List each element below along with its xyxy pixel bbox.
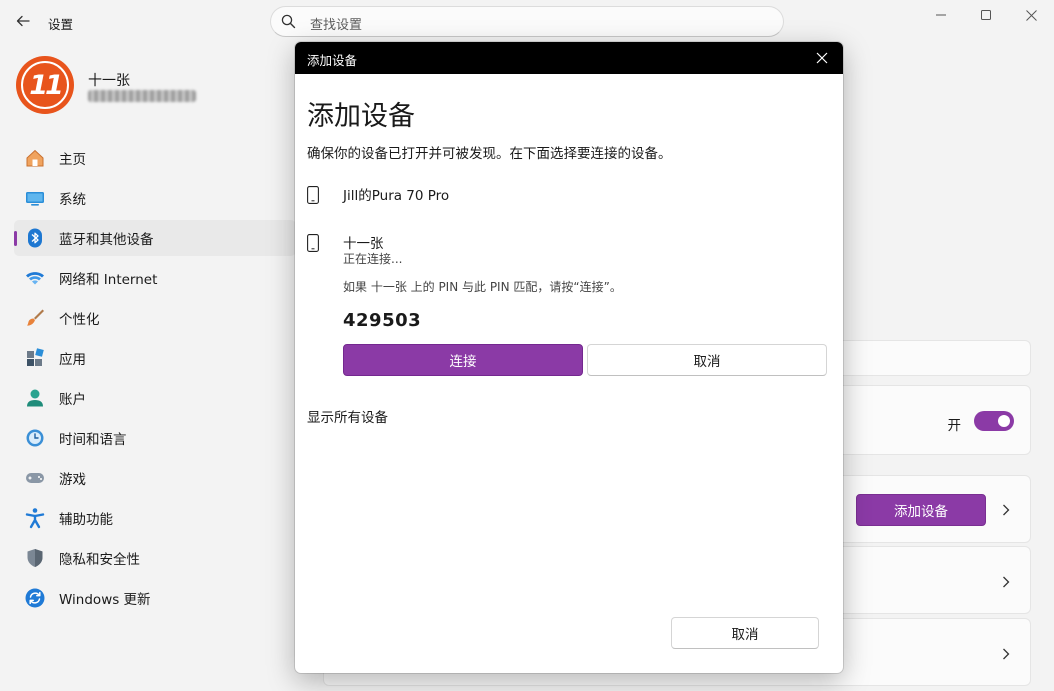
sidebar-item-bluetooth[interactable]: 蓝牙和其他设备 <box>14 220 296 256</box>
maximize-button[interactable] <box>963 4 1009 26</box>
toggle-state-label: 开 <box>947 418 962 434</box>
cancel-pairing-button[interactable]: 取消 <box>587 344 827 376</box>
device-name: Jill的Pura 70 Pro <box>343 188 450 204</box>
connect-button[interactable]: 连接 <box>343 344 583 376</box>
phone-icon <box>307 234 319 252</box>
profile-name: 十一张 <box>88 73 130 89</box>
gamepad-icon <box>24 467 46 489</box>
sidebar-item-network[interactable]: 网络和 Internet <box>14 260 296 296</box>
dialog-description: 确保你的设备已打开并可被发现。在下面选择要连接的设备。 <box>307 146 672 162</box>
sidebar-item-time-language[interactable]: 时间和语言 <box>14 420 296 456</box>
account-icon <box>24 387 46 409</box>
maximize-icon <box>981 10 991 20</box>
close-window-button[interactable] <box>1008 4 1054 26</box>
shield-icon <box>24 547 46 569</box>
pin-code: 429503 <box>343 310 422 331</box>
avatar-logo-text: 11 <box>21 61 69 109</box>
device-status: 正在连接... <box>343 252 403 266</box>
sidebar-nav: 主页 系统 蓝牙和其他设备 网络和 Internet 个性化 应用 账户 时间和… <box>14 140 296 620</box>
minimize-icon <box>936 14 946 16</box>
add-device-button[interactable]: 添加设备 <box>856 494 986 526</box>
show-all-devices-link[interactable]: 显示所有设备 <box>307 406 388 426</box>
sidebar-item-personalization[interactable]: 个性化 <box>14 300 296 336</box>
update-icon <box>24 587 46 609</box>
search-placeholder: 查找设置 <box>310 18 363 33</box>
clock-globe-icon <box>24 427 46 449</box>
back-button[interactable] <box>12 10 34 32</box>
brush-icon <box>24 307 46 329</box>
accessibility-icon <box>24 507 46 529</box>
bluetooth-toggle[interactable] <box>974 411 1014 431</box>
device-item-connecting[interactable]: 十一张 正在连接... <box>307 232 827 272</box>
home-icon <box>24 147 46 169</box>
system-icon <box>24 187 46 209</box>
add-device-dialog: 添加设备 添加设备 确保你的设备已打开并可被发现。在下面选择要连接的设备。 Ji… <box>295 42 843 673</box>
sidebar-item-windows-update[interactable]: Windows 更新 <box>14 580 296 616</box>
bluetooth-icon <box>24 227 46 249</box>
phone-icon <box>307 186 319 204</box>
chevron-right-icon[interactable] <box>1000 576 1012 588</box>
apps-icon <box>24 347 46 369</box>
avatar[interactable]: 11 <box>16 56 74 114</box>
search-icon <box>281 14 296 29</box>
wifi-icon <box>24 267 46 289</box>
back-arrow-icon <box>16 15 30 27</box>
chevron-right-icon[interactable] <box>1000 504 1012 516</box>
sidebar-item-home[interactable]: 主页 <box>14 140 296 176</box>
search-input[interactable]: 查找设置 <box>270 6 784 37</box>
dialog-close-icon[interactable] <box>815 51 829 65</box>
sidebar-item-accounts[interactable]: 账户 <box>14 380 296 416</box>
dialog-titlebar: 添加设备 <box>295 42 843 74</box>
window-titlebar: 设置 查找设置 <box>0 0 1054 42</box>
device-name: 十一张 <box>343 236 384 252</box>
minimize-button[interactable] <box>918 4 964 26</box>
sidebar-item-privacy[interactable]: 隐私和安全性 <box>14 540 296 576</box>
toggle-knob <box>998 415 1010 427</box>
sidebar-item-accessibility[interactable]: 辅助功能 <box>14 500 296 536</box>
dialog-cancel-button[interactable]: 取消 <box>671 617 819 649</box>
sidebar-item-system[interactable]: 系统 <box>14 180 296 216</box>
dialog-heading: 添加设备 <box>307 101 415 132</box>
app-title: 设置 <box>48 17 74 32</box>
sidebar-item-apps[interactable]: 应用 <box>14 340 296 376</box>
device-item[interactable]: Jill的Pura 70 Pro <box>307 184 827 208</box>
close-icon <box>1025 9 1037 21</box>
sidebar-item-gaming[interactable]: 游戏 <box>14 460 296 496</box>
chevron-right-icon[interactable] <box>1000 648 1012 660</box>
dialog-titlebar-text: 添加设备 <box>307 53 358 68</box>
profile-email-redacted <box>88 90 196 102</box>
pin-hint: 如果 十一张 上的 PIN 与此 PIN 匹配，请按“连接”。 <box>343 280 622 294</box>
